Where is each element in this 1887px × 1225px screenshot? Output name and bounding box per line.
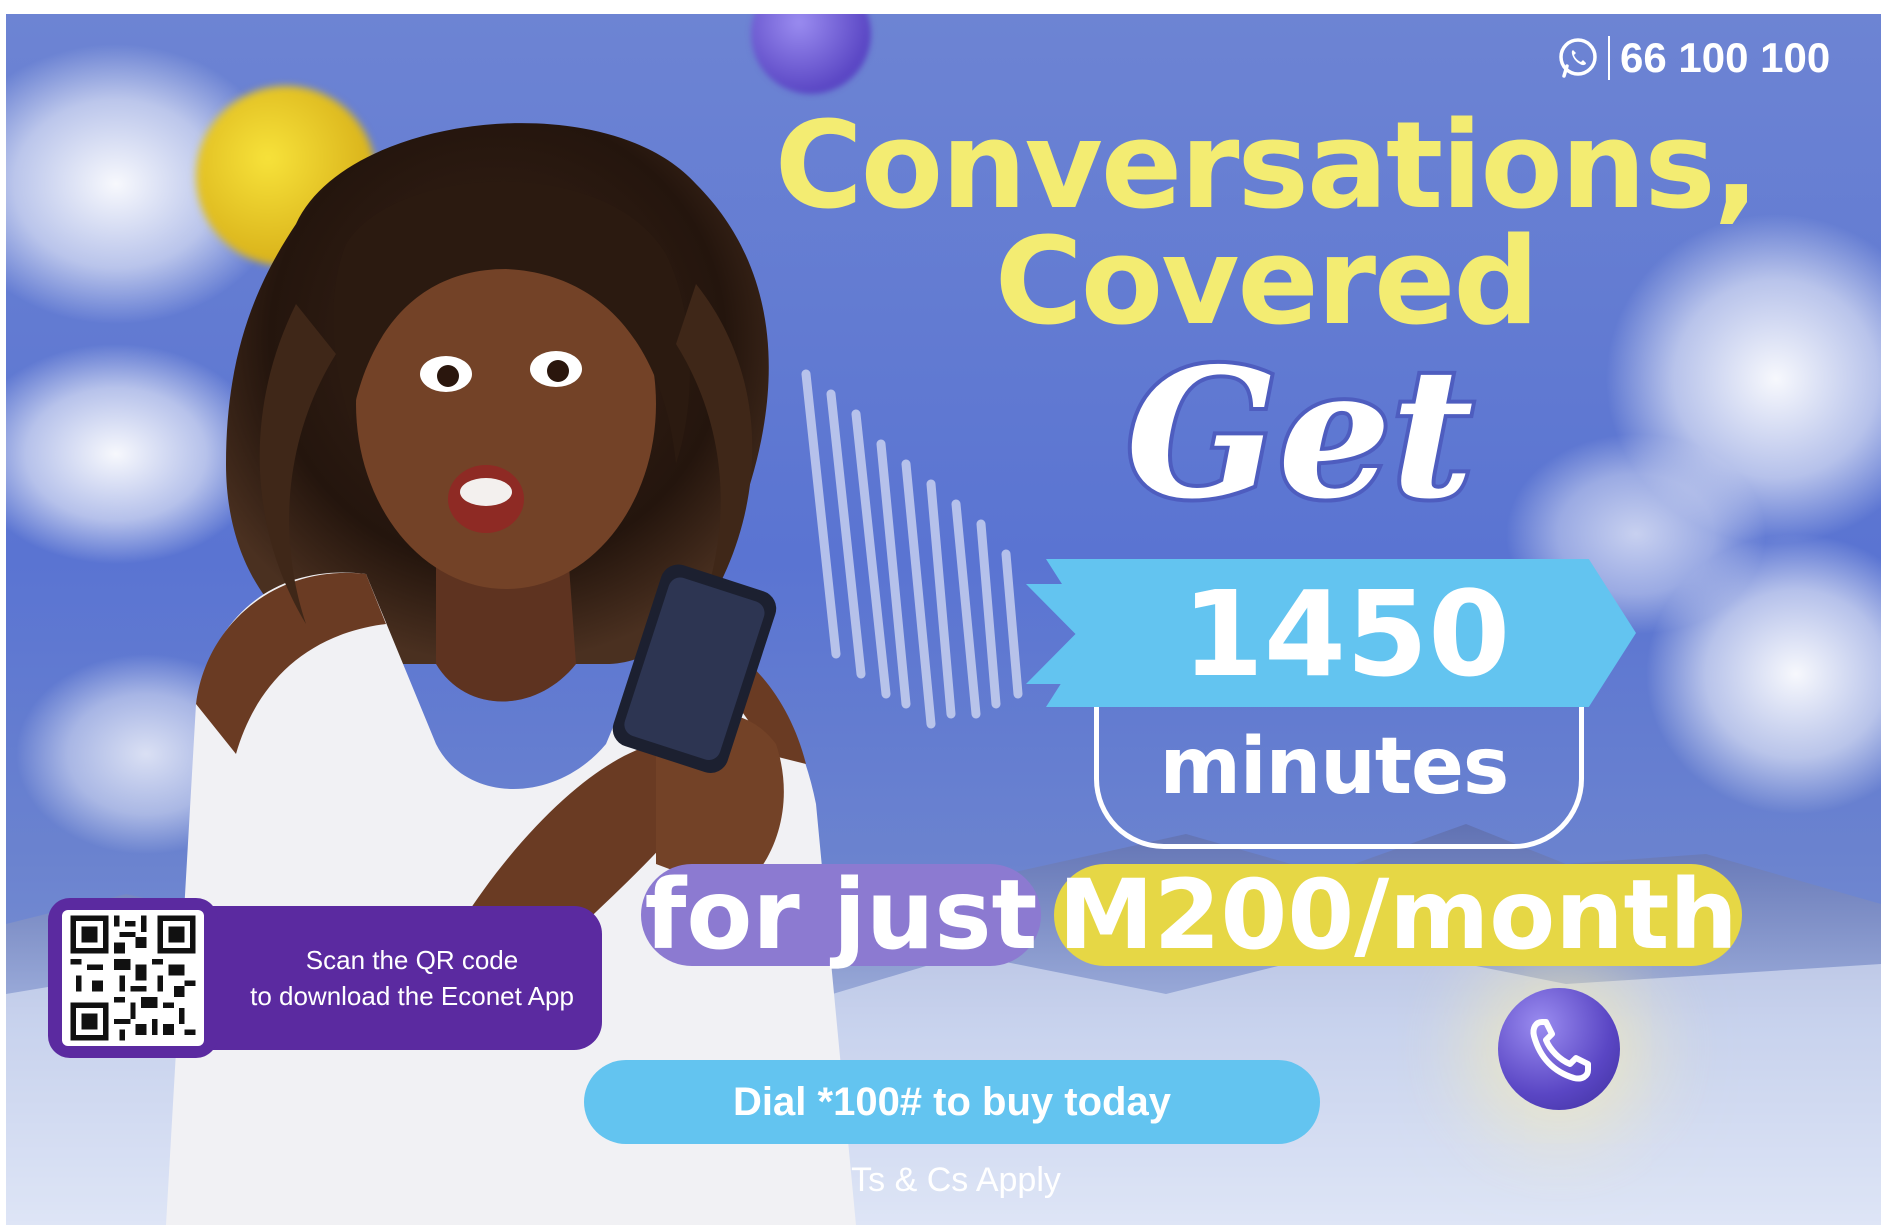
terms-and-conditions: Ts & Cs Apply [851,1161,1061,1199]
qr-instruction-line-1: Scan the QR code [305,945,519,975]
contact-number: 66 100 100 [1608,36,1830,80]
minutes-label: minutes [1159,722,1510,812]
for-just-pill: for just [641,859,1041,971]
call-orb [1498,988,1620,1110]
price-text: M200/month [1058,859,1738,971]
price-pill: M200/month [1054,859,1742,971]
dial-cta-text: Dial *100# to buy today [733,1079,1171,1124]
qr-instructions: Scan the QR code to download the Econet … [224,942,600,1014]
headline-line-2: Covered [994,213,1540,352]
advertisement: 66 100 100 Conversations, Covered Get 14… [6,14,1881,1225]
whatsapp-contact: 66 100 100 [1556,36,1830,80]
minutes-amount: 1450 [1181,565,1511,703]
qr-code[interactable] [62,910,204,1046]
phone-icon [1530,1019,1591,1082]
get-text: Get [1122,329,1477,538]
for-just-text: for just [644,859,1038,971]
whatsapp-icon [1559,38,1597,78]
qr-instruction-line-2: to download the Econet App [250,981,574,1011]
headline-line-1: Conversations, [774,97,1760,236]
qr-code-icon [70,915,196,1041]
qr-card[interactable]: Scan the QR code to download the Econet … [48,898,602,1058]
dial-cta[interactable]: Dial *100# to buy today [584,1060,1320,1144]
qr-frame [48,898,218,1058]
headline: Conversations, Covered [736,97,1796,352]
